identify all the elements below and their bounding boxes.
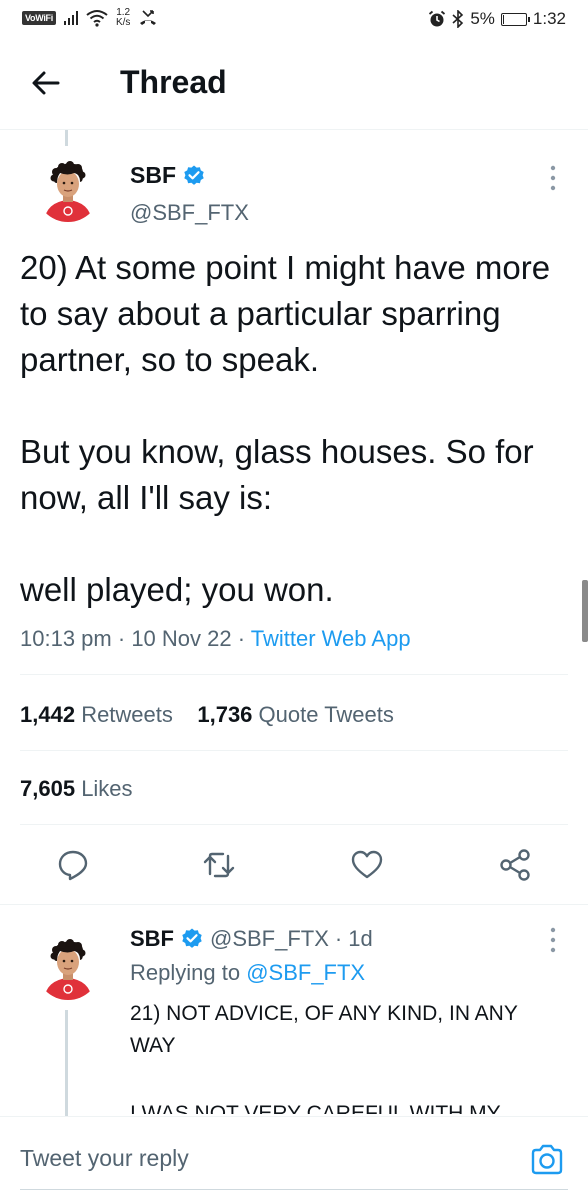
like-heart-icon[interactable] [350,848,384,882]
avatar-illustration [36,158,100,222]
likes-label: Likes [81,776,133,801]
alarm-icon [429,10,446,27]
retweet-quote-stats: 1,442 Retweets 1,736 Quote Tweets [20,702,394,728]
composer-underline [20,1189,568,1190]
tweet-author[interactable]: SBF [130,162,206,189]
author-handle[interactable]: @SBF_FTX [130,200,249,226]
verified-badge-icon [182,928,202,948]
quote-tweets-link[interactable]: 1,736 Quote Tweets [197,702,394,727]
reply-author-line[interactable]: SBF @SBF_FTX · 1d [130,926,373,952]
likes-count: 7,605 [20,776,76,801]
page-title: Thread [120,64,227,100]
divider [20,750,568,751]
replying-to-handle[interactable]: @SBF_FTX [246,960,365,985]
bluetooth-icon [452,10,464,28]
retweets-count: 1,442 [20,702,76,727]
reply-icon[interactable] [56,848,90,882]
reply-input[interactable] [20,1145,420,1172]
scrollbar[interactable] [582,580,588,642]
thread-connector-line [65,130,68,146]
call-missed-icon [140,10,157,25]
quote-tweets-label: Quote Tweets [258,702,394,727]
status-left: VoWiFi 1.2 K/s [22,8,158,28]
vowifi-badge: VoWiFi [22,11,56,25]
meta-separator: · [334,926,343,951]
network-speed: 1.2 K/s [116,8,130,28]
reply-author-handle: @SBF_FTX [210,926,329,951]
reply-composer-bar [0,1116,588,1200]
wifi-icon [86,10,108,27]
tweet-source[interactable]: Twitter Web App [251,626,411,651]
battery-percent: 5% [470,9,495,28]
avatar[interactable] [36,158,100,222]
share-icon[interactable] [498,848,532,882]
battery-icon [500,12,530,26]
tweet-meta: 10:13 pm · 10 Nov 22 · Twitter Web App [20,626,411,652]
quote-tweets-count: 1,736 [197,702,253,727]
thread-header: Thread [0,38,588,130]
reply-author-name: SBF [130,926,174,951]
camera-icon[interactable] [528,1141,566,1179]
more-options-icon[interactable] [548,926,558,954]
section-separator [0,904,588,905]
replying-to: Replying to @SBF_FTX [130,960,365,986]
meta-separator: · [117,626,132,651]
author-name: SBF [130,162,176,188]
tweet-time[interactable]: 10:13 pm [20,626,112,651]
more-options-icon[interactable] [548,164,558,192]
tweet-date[interactable]: 10 Nov 22 [131,626,231,651]
avatar-illustration [36,936,100,1000]
status-bar: VoWiFi 1.2 K/s 5% 1:32 [0,0,588,38]
retweets-label: Retweets [81,702,173,727]
reply-avatar[interactable] [36,936,100,1000]
back-arrow-icon[interactable] [28,65,64,101]
clock: 1:32 [532,9,566,28]
retweets-link[interactable]: 1,442 Retweets [20,702,173,727]
divider [20,824,568,825]
tweet-text: 20) At some point I might have more to s… [20,249,551,608]
reply-text-continued: I WAS NOT VERY CAREFUL WITH MY [130,1102,501,1114]
retweet-icon[interactable] [202,848,236,882]
battery-fill [502,14,504,24]
status-right: 5% 1:32 [428,9,566,29]
divider [20,674,568,675]
tweet-actions [0,842,588,892]
speed-unit: K/s [115,17,131,28]
signal-icon [63,11,78,25]
reply-text: 21) NOT ADVICE, OF ANY KIND, IN ANY WAY [130,1002,518,1057]
replying-prefix: Replying to [130,960,241,985]
thread-connector-line [65,1010,68,1120]
likes-stats[interactable]: 7,605 Likes [20,776,133,802]
reply-age: 1d [348,926,373,951]
meta-separator: · [237,626,251,651]
verified-badge-icon [184,165,204,185]
